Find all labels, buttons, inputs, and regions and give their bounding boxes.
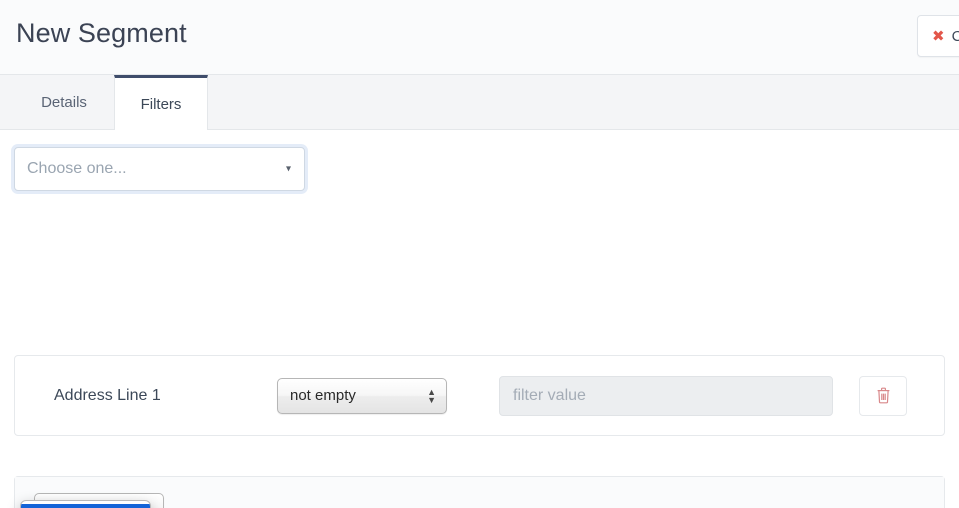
- filter-card: Address Line 1 not empty ▲ ▼ filter valu…: [14, 355, 945, 436]
- filter-card: and ▲ ▼ City equals ▲ ▼ Cin: [14, 476, 945, 508]
- tab-details[interactable]: Details: [14, 75, 114, 130]
- new-segment-screen: New Segment ✖ C Details Filters Choose o…: [0, 0, 959, 508]
- filter-row: Address Line 1 not empty ▲ ▼ filter valu…: [15, 356, 944, 435]
- stepper-down-icon: ▼: [427, 396, 436, 404]
- stepper-arrows-icon: ▲ ▼: [427, 388, 436, 404]
- filters-panel: Choose one... ▾ Address Line 1 not empty…: [0, 130, 959, 508]
- page-title: New Segment: [16, 18, 187, 49]
- field-picker-select[interactable]: Choose one... ▾: [14, 147, 305, 191]
- tab-filters-label: Filters: [141, 96, 182, 113]
- field-picker-placeholder: Choose one...: [27, 160, 127, 178]
- filter-operator-select[interactable]: not empty ▲ ▼: [277, 378, 447, 414]
- filter-value-input[interactable]: filter value: [499, 376, 833, 416]
- dropdown-option-and[interactable]: ✓ and: [21, 504, 150, 508]
- tab-filters[interactable]: Filters: [114, 75, 208, 130]
- close-x-icon: ✖: [932, 29, 945, 44]
- delete-filter-button[interactable]: [859, 376, 907, 416]
- conjunction-dropdown-menu[interactable]: ✓ and or: [20, 500, 151, 508]
- cancel-button[interactable]: ✖ C: [917, 15, 959, 57]
- filter-operator-value: not empty: [290, 387, 356, 404]
- tab-bar: Details Filters: [0, 75, 959, 130]
- filter-value-placeholder: filter value: [513, 387, 586, 405]
- cancel-button-label: C: [952, 28, 959, 45]
- filter-conjunction-row: and ▲ ▼: [15, 477, 944, 508]
- tab-details-label: Details: [41, 94, 87, 111]
- filter-field-label: Address Line 1: [54, 387, 161, 405]
- chevron-down-icon: ▾: [286, 164, 291, 175]
- page-header: New Segment ✖ C: [0, 0, 959, 75]
- trash-icon: [876, 387, 891, 404]
